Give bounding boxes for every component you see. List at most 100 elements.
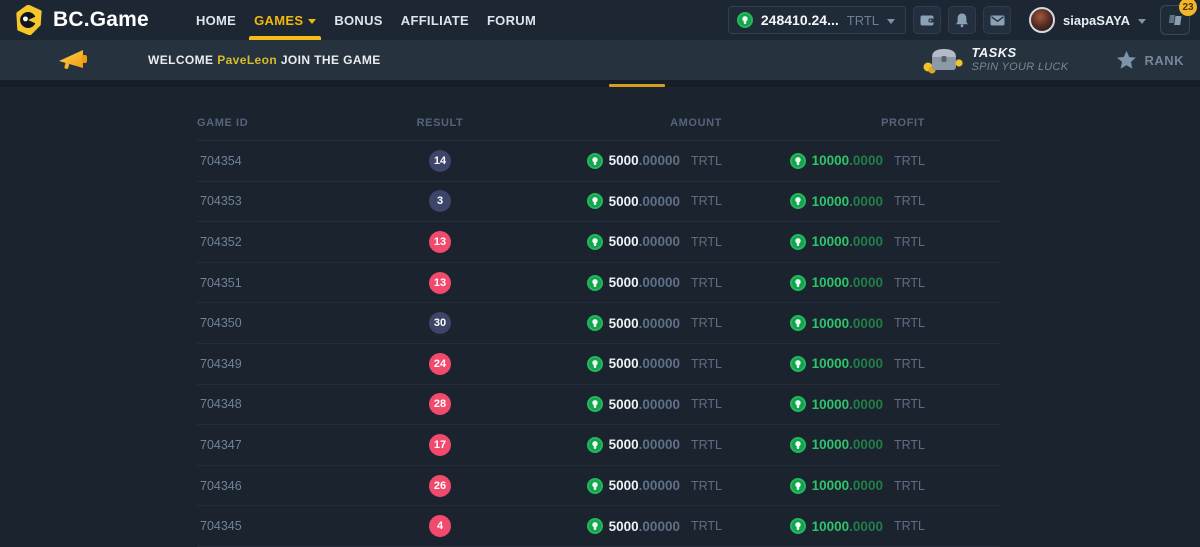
- result-cell: 13: [383, 272, 497, 294]
- announcement-username[interactable]: PaveLeon: [217, 53, 277, 67]
- nav-item-affiliate[interactable]: AFFILIATE: [392, 0, 478, 40]
- table-row[interactable]: 704352 13 5000.00000 TRTL 10000.0000 TRT: [197, 222, 1000, 263]
- result-cell: 26: [383, 475, 497, 497]
- wallet-button[interactable]: [913, 6, 941, 34]
- star-icon: [1116, 50, 1137, 70]
- profit-currency: TRTL: [894, 397, 925, 411]
- amount-cell: 5000.00000 TRTL: [497, 153, 722, 169]
- avatar: [1029, 7, 1055, 33]
- result-badge: 26: [429, 475, 451, 497]
- profit-currency: TRTL: [894, 276, 925, 290]
- game-id-cell: 704346: [197, 479, 383, 493]
- trtl-coin-icon: [790, 478, 806, 494]
- table-row[interactable]: 704348 28 5000.00000 TRTL 10000.0000 TRT: [197, 385, 1000, 426]
- notifications-button[interactable]: [948, 6, 976, 34]
- trtl-coin-icon: [790, 234, 806, 250]
- profit-cell: 10000.0000 TRTL: [722, 234, 925, 250]
- main-content: GAME ID RESULT AMOUNT PROFIT 704354 14 5…: [0, 87, 1200, 547]
- amount-currency: TRTL: [691, 397, 722, 411]
- table-row[interactable]: 704353 3 5000.00000 TRTL 10000.0000 TRTL: [197, 182, 1000, 223]
- amount-cell: 5000.00000 TRTL: [497, 356, 722, 372]
- bcgame-logo-icon: [14, 5, 44, 35]
- table-row[interactable]: 704349 24 5000.00000 TRTL 10000.0000 TRT: [197, 344, 1000, 385]
- trtl-coin-icon: [790, 275, 806, 291]
- bet-history-table: GAME ID RESULT AMOUNT PROFIT 704354 14 5…: [197, 105, 1000, 547]
- trtl-coin-icon: [587, 437, 603, 453]
- trtl-coin-icon: [790, 153, 806, 169]
- tasks-subtitle: SPIN YOUR LUCK: [972, 61, 1069, 75]
- megaphone-icon: [55, 48, 91, 72]
- trtl-coin-icon: [587, 234, 603, 250]
- result-badge: 13: [429, 272, 451, 294]
- amount-cell: 5000.00000 TRTL: [497, 275, 722, 291]
- profit-currency: TRTL: [894, 479, 925, 493]
- profit-currency: TRTL: [894, 519, 925, 533]
- user-menu[interactable]: siapaSAYA: [1029, 7, 1146, 33]
- header-profit: PROFIT: [722, 117, 925, 129]
- announcement-prefix: WELCOME: [148, 53, 213, 67]
- result-badge: 17: [429, 434, 451, 456]
- nav-item-bonus[interactable]: BONUS: [325, 0, 391, 40]
- profit-cell: 10000.0000 TRTL: [722, 437, 925, 453]
- table-row[interactable]: 704350 30 5000.00000 TRTL 10000.0000 TRT: [197, 303, 1000, 344]
- tab-strip: [0, 80, 1200, 87]
- header-result: RESULT: [383, 117, 497, 129]
- game-id-cell: 704350: [197, 316, 383, 330]
- balance-selector[interactable]: 248410.24... TRTL: [728, 6, 906, 34]
- active-tab-indicator: [609, 84, 665, 87]
- result-cell: 17: [383, 434, 497, 456]
- game-id-cell: 704352: [197, 235, 383, 249]
- table-header-row: GAME ID RESULT AMOUNT PROFIT: [197, 105, 1000, 141]
- header-game-id: GAME ID: [197, 117, 383, 129]
- amount-cell: 5000.00000 TRTL: [497, 315, 722, 331]
- table-row[interactable]: 704347 17 5000.00000 TRTL 10000.0000 TRT: [197, 425, 1000, 466]
- profit-currency: TRTL: [894, 438, 925, 452]
- trtl-coin-icon: [790, 315, 806, 331]
- result-badge: 3: [429, 190, 451, 212]
- table-row[interactable]: 704351 13 5000.00000 TRTL 10000.0000 TRT: [197, 263, 1000, 304]
- profit-cell: 10000.0000 TRTL: [722, 153, 925, 169]
- amount-currency: TRTL: [691, 438, 722, 452]
- messages-button[interactable]: [983, 6, 1011, 34]
- nav-item-home[interactable]: HOME: [187, 0, 245, 40]
- amount-currency: TRTL: [691, 194, 722, 208]
- rank-widget[interactable]: RANK: [1116, 50, 1184, 70]
- chevron-down-icon: [887, 19, 895, 24]
- trtl-coin-icon: [587, 478, 603, 494]
- tasks-widget[interactable]: TASKS SPIN YOUR LUCK: [922, 45, 1069, 75]
- rank-label: RANK: [1144, 53, 1184, 68]
- trtl-coin-icon: [790, 356, 806, 372]
- table-row[interactable]: 704354 14 5000.00000 TRTL 10000.0000 TRT: [197, 141, 1000, 182]
- profit-cell: 10000.0000 TRTL: [722, 315, 925, 331]
- balance-amount: 248410.24...: [761, 12, 839, 28]
- nav-item-games[interactable]: GAMES: [245, 0, 325, 40]
- result-cell: 30: [383, 312, 497, 334]
- table-row[interactable]: 704346 26 5000.00000 TRTL 10000.0000 TRT: [197, 466, 1000, 507]
- amount-currency: TRTL: [691, 154, 722, 168]
- chat-unread-badge: 23: [1179, 0, 1197, 16]
- result-badge: 24: [429, 353, 451, 375]
- amount-cell: 5000.00000 TRTL: [497, 437, 722, 453]
- amount-cell: 5000.00000 TRTL: [497, 234, 722, 250]
- brand-logo-link[interactable]: BC.Game: [14, 5, 149, 35]
- game-id-cell: 704345: [197, 519, 383, 533]
- profit-cell: 10000.0000 TRTL: [722, 193, 925, 209]
- result-cell: 24: [383, 353, 497, 375]
- result-cell: 13: [383, 231, 497, 253]
- trtl-coin-icon: [587, 153, 603, 169]
- wallet-icon: [919, 12, 936, 29]
- result-cell: 4: [383, 515, 497, 537]
- amount-currency: TRTL: [691, 519, 722, 533]
- chat-button[interactable]: 23: [1160, 5, 1190, 35]
- game-id-cell: 704354: [197, 154, 383, 168]
- table-row[interactable]: 704345 4 5000.00000 TRTL 10000.0000 TRTL: [197, 506, 1000, 547]
- profit-currency: TRTL: [894, 316, 925, 330]
- amount-currency: TRTL: [691, 479, 722, 493]
- announcement-message: WELCOME PaveLeon JOIN THE GAME: [148, 53, 381, 67]
- main-nav: HOME GAMES BONUS AFFILIATE FORUM: [187, 0, 545, 40]
- result-cell: 28: [383, 393, 497, 415]
- trtl-coin-icon: [587, 356, 603, 372]
- profit-cell: 10000.0000 TRTL: [722, 478, 925, 494]
- amount-cell: 5000.00000 TRTL: [497, 518, 722, 534]
- nav-item-forum[interactable]: FORUM: [478, 0, 545, 40]
